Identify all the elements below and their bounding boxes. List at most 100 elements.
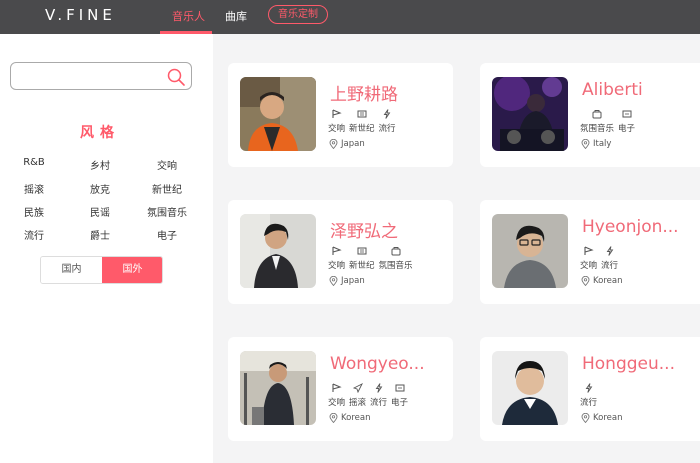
tag: 交响	[328, 109, 345, 139]
genre-ethnic[interactable]: 民族	[9, 204, 59, 219]
tag: 氛围音乐	[580, 109, 614, 139]
genre-tags: 交响 新世纪 氛围音乐	[328, 246, 417, 276]
electronic-icon	[395, 384, 405, 392]
artist-photo[interactable]	[492, 77, 568, 151]
ambient-icon	[391, 247, 401, 256]
location-pin-icon	[581, 413, 590, 423]
genre-pop[interactable]: 流行	[9, 227, 59, 242]
artist-name[interactable]: Aliberti	[582, 80, 700, 100]
genre-ambient[interactable]: 氛围音乐	[142, 204, 192, 219]
artist-name[interactable]: 泽野弘之	[330, 217, 450, 242]
tag-label: 交响	[580, 261, 598, 271]
region-foreign-button[interactable]: 国外	[102, 257, 162, 283]
artist-card[interactable]: Aliberti 氛围音乐 电子 Italy	[480, 63, 700, 167]
genre-tags: 交响 流行	[580, 246, 622, 276]
new-age-icon	[357, 247, 367, 255]
artist-photo[interactable]	[240, 77, 316, 151]
artist-photo[interactable]	[240, 214, 316, 288]
region-domestic-button[interactable]: 国内	[41, 257, 102, 283]
location-label: Korean	[341, 413, 371, 423]
genre-funk[interactable]: 放克	[75, 181, 125, 196]
nav-musician[interactable]: 音乐人	[172, 8, 205, 24]
pop-icon	[375, 383, 382, 393]
tag: 摇滚	[349, 383, 366, 413]
pop-icon	[585, 383, 592, 393]
artist-name[interactable]: Honggeu...	[582, 354, 700, 374]
tag: 流行	[379, 109, 396, 139]
artist-photo[interactable]	[240, 351, 316, 425]
tag-label: 流行	[370, 398, 388, 408]
top-nav-bar: V.FINE 音乐人 曲库 音乐定制	[0, 0, 700, 34]
tag-label: 新世纪	[349, 124, 375, 134]
nav-music-custom-button[interactable]: 音乐定制	[268, 5, 328, 24]
artist-location: Japan	[329, 276, 365, 286]
location-pin-icon	[581, 139, 590, 149]
tag: 流行	[580, 383, 597, 413]
tag-label: 交响	[328, 261, 346, 271]
location-label: Korean	[593, 276, 623, 286]
artist-card[interactable]: Wongyeo... 交响 摇滚 流行 电子 Korean	[228, 337, 453, 441]
symphony-icon	[331, 383, 342, 392]
location-label: Japan	[341, 139, 365, 149]
genre-tags: 交响 摇滚 流行 电子	[328, 383, 412, 413]
genre-folk[interactable]: 民谣	[75, 204, 125, 219]
genre-rnb[interactable]: R&B	[9, 157, 59, 168]
genre-jazz[interactable]: 爵士	[75, 227, 125, 242]
tag-label: 氛围音乐	[378, 261, 413, 271]
genre-new-age[interactable]: 新世纪	[142, 181, 192, 196]
artist-location: Korean	[329, 413, 370, 423]
artist-card[interactable]: Hyeonjon... 交响 流行 Korean	[480, 200, 700, 304]
tag-label: 交响	[328, 124, 346, 134]
artist-card[interactable]: 上野耕路 交响 新世纪 流行 Japan	[228, 63, 453, 167]
pop-icon	[383, 109, 391, 119]
artist-card[interactable]: 泽野弘之 交响 新世纪 氛围音乐 Japan	[228, 200, 453, 304]
vfine-logo[interactable]: V.FINE	[45, 6, 116, 24]
rock-icon	[352, 383, 363, 393]
pop-icon	[606, 246, 613, 256]
location-pin-icon	[329, 413, 338, 423]
location-label: Italy	[593, 139, 612, 149]
symphony-icon	[331, 246, 342, 255]
artist-photo[interactable]	[492, 214, 568, 288]
tag: 氛围音乐	[379, 246, 413, 276]
tag-label: 电子	[618, 124, 636, 134]
artist-name[interactable]: Wongyeo...	[330, 354, 450, 374]
artist-location: Korean	[581, 276, 622, 286]
tag-label: 新世纪	[349, 261, 375, 271]
genre-country[interactable]: 乡村	[75, 157, 125, 172]
ambient-icon	[592, 110, 602, 119]
genre-electronic[interactable]: 电子	[142, 227, 192, 242]
location-pin-icon	[329, 139, 338, 149]
tag: 电子	[391, 383, 408, 413]
tag: 流行	[601, 246, 618, 276]
artist-location: Japan	[329, 139, 365, 149]
artist-location: Korean	[581, 413, 622, 423]
filter-sidebar: 风格 R&B 乡村 交响 摇滚 放克 新世纪 民族 民谣 氛围音乐 流行 爵士 …	[0, 34, 213, 463]
artist-name[interactable]: 上野耕路	[330, 80, 450, 105]
search-input[interactable]	[17, 67, 157, 85]
artist-name[interactable]: Hyeonjon...	[582, 217, 700, 237]
location-pin-icon	[329, 276, 338, 286]
genre-symphony[interactable]: 交响	[142, 157, 192, 172]
tag-label: 摇滚	[349, 398, 367, 408]
location-pin-icon	[581, 276, 590, 286]
tag: 新世纪	[349, 109, 375, 139]
location-label: Japan	[341, 276, 365, 286]
tag-label: 流行	[580, 398, 598, 408]
tag-label: 交响	[328, 398, 346, 408]
symphony-icon	[331, 109, 342, 118]
genre-tags: 交响 新世纪 流行	[328, 109, 400, 139]
artist-photo[interactable]	[492, 351, 568, 425]
tag-label: 氛围音乐	[580, 124, 615, 134]
genre-rock[interactable]: 摇滚	[9, 181, 59, 196]
tag: 交响	[328, 383, 345, 413]
tag: 新世纪	[349, 246, 375, 276]
tag-label: 电子	[391, 398, 409, 408]
search-box	[10, 62, 192, 90]
tag: 交响	[580, 246, 597, 276]
nav-music-library[interactable]: 曲库	[225, 8, 247, 24]
artist-card[interactable]: Honggeu... 流行 Korean	[480, 337, 700, 441]
search-icon[interactable]	[166, 67, 186, 87]
electronic-icon	[622, 110, 632, 118]
genre-tags: 流行	[580, 383, 601, 413]
